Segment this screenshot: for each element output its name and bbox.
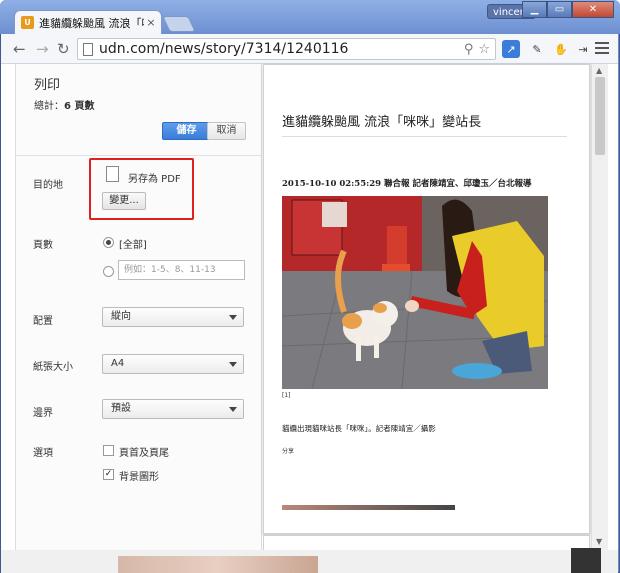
paper-size-value: A4 (111, 358, 125, 369)
photo-ref: [1] (282, 392, 291, 399)
cancel-button[interactable]: 取消 (207, 122, 246, 140)
header-footer-label: 頁首及頁尾 (119, 448, 169, 459)
reload-icon[interactable]: ↻ (57, 40, 70, 58)
browser-toolbar: ← → ↻ udn.com/news/story/7314/1240116 ⚲ … (1, 34, 618, 64)
pages-label: 頁數 (33, 240, 53, 251)
background-image (571, 548, 601, 573)
udn-favicon-icon: U (21, 16, 34, 29)
chevron-down-icon (229, 407, 237, 412)
layout-label: 配置 (33, 316, 53, 327)
extension-chart-icon[interactable]: ↗ (502, 40, 520, 58)
total-prefix: 總計： (34, 101, 64, 112)
background-graphics-checkbox[interactable]: ✓ (103, 469, 114, 480)
article-title: 進貓纜躲颱風 流浪「咪咪」變站長 (282, 115, 482, 130)
article-photo (282, 196, 548, 389)
bookmark-star-icon[interactable]: ☆ (478, 42, 490, 57)
page-bottom-image (282, 505, 455, 510)
article-meta: 2015-10-10 02:55:29 聯合報 記者陳靖宜、邱瓊玉／台北報導 (282, 179, 532, 189)
forward-icon[interactable]: → (36, 40, 49, 58)
background-image (118, 556, 318, 573)
pages-all-label: [全部] (119, 240, 147, 251)
destination-value: 另存為 PDF (128, 174, 181, 185)
extension-hand-icon[interactable]: ✋ (552, 40, 570, 58)
photo-caption: 貓纜出現貓咪站長「咪咪」。記者陳靖宜／攝影 (282, 424, 436, 433)
maximize-button[interactable]: ▭ (547, 1, 572, 18)
page-content: 列印 總計：6 頁數 儲存 取消 目的地 另存為 PDF 變更... 頁數 [全… (1, 64, 618, 573)
pdf-file-icon (106, 166, 119, 182)
scroll-up-icon[interactable]: ▲ (596, 66, 602, 75)
address-bar[interactable]: udn.com/news/story/7314/1240116 ⚲ ☆ (77, 38, 496, 60)
pages-range-input[interactable]: 例如：1-5、8、11-13 (118, 260, 245, 280)
margins-value: 預設 (111, 403, 131, 414)
minimize-button[interactable]: ▁ (522, 1, 547, 18)
share-label: 分享 (282, 448, 295, 455)
scroll-thumb[interactable] (595, 77, 605, 155)
print-title: 列印 (34, 78, 61, 93)
url-text[interactable]: udn.com/news/story/7314/1240116 (99, 41, 464, 57)
page-icon (83, 42, 93, 56)
browser-tab[interactable]: U 進貓纜躲颱風 流浪「咪咪」 × (14, 10, 162, 34)
paper-size-select[interactable]: A4 (102, 354, 244, 374)
divider (16, 155, 262, 156)
preview-page: 進貓纜躲颱風 流浪「咪咪」變站長 2015-10-10 02:55:29 聯合報… (263, 64, 590, 534)
background-graphics-label: 背景圖形 (119, 472, 159, 483)
layout-select[interactable]: 縱向 (102, 307, 244, 327)
preview-next-page (263, 535, 590, 551)
print-settings-panel: 列印 總計：6 頁數 儲存 取消 目的地 另存為 PDF 變更... 頁數 [全… (15, 64, 262, 550)
pages-range-radio[interactable] (103, 266, 114, 277)
destination-highlight (89, 158, 194, 220)
tab-close-icon[interactable]: × (144, 16, 158, 29)
paper-size-label: 紙張大小 (33, 362, 73, 373)
margins-select[interactable]: 預設 (102, 399, 244, 419)
pages-all-radio[interactable] (103, 237, 114, 248)
chevron-down-icon (229, 315, 237, 320)
scroll-down-icon[interactable]: ▼ (596, 537, 602, 546)
destination-label: 目的地 (33, 180, 63, 191)
chevron-down-icon (229, 362, 237, 367)
window-controls: ▁ ▭ ✕ (522, 1, 614, 18)
search-icon[interactable]: ⚲ (464, 42, 474, 57)
tab-title: 進貓纜躲颱風 流浪「咪咪」 (39, 16, 144, 30)
save-button[interactable]: 儲存 (162, 122, 211, 140)
header-footer-checkbox[interactable] (103, 445, 114, 456)
change-destination-button[interactable]: 變更... (102, 192, 146, 210)
close-window-button[interactable]: ✕ (572, 1, 614, 18)
page-total: 總計：6 頁數 (34, 97, 94, 112)
layout-value: 縱向 (111, 311, 131, 322)
preview-scrollbar[interactable]: ▲ ▼ (591, 64, 608, 550)
chrome-menu-icon[interactable] (595, 42, 609, 57)
extension-nav-icon[interactable]: ⇥ (574, 40, 592, 58)
options-label: 選項 (33, 448, 53, 459)
back-icon[interactable]: ← (13, 40, 26, 58)
total-pages: 6 頁數 (64, 101, 95, 112)
margins-label: 邊界 (33, 408, 53, 419)
title-rule (282, 136, 567, 137)
extension-tool-icon[interactable]: ✎ (528, 40, 546, 58)
